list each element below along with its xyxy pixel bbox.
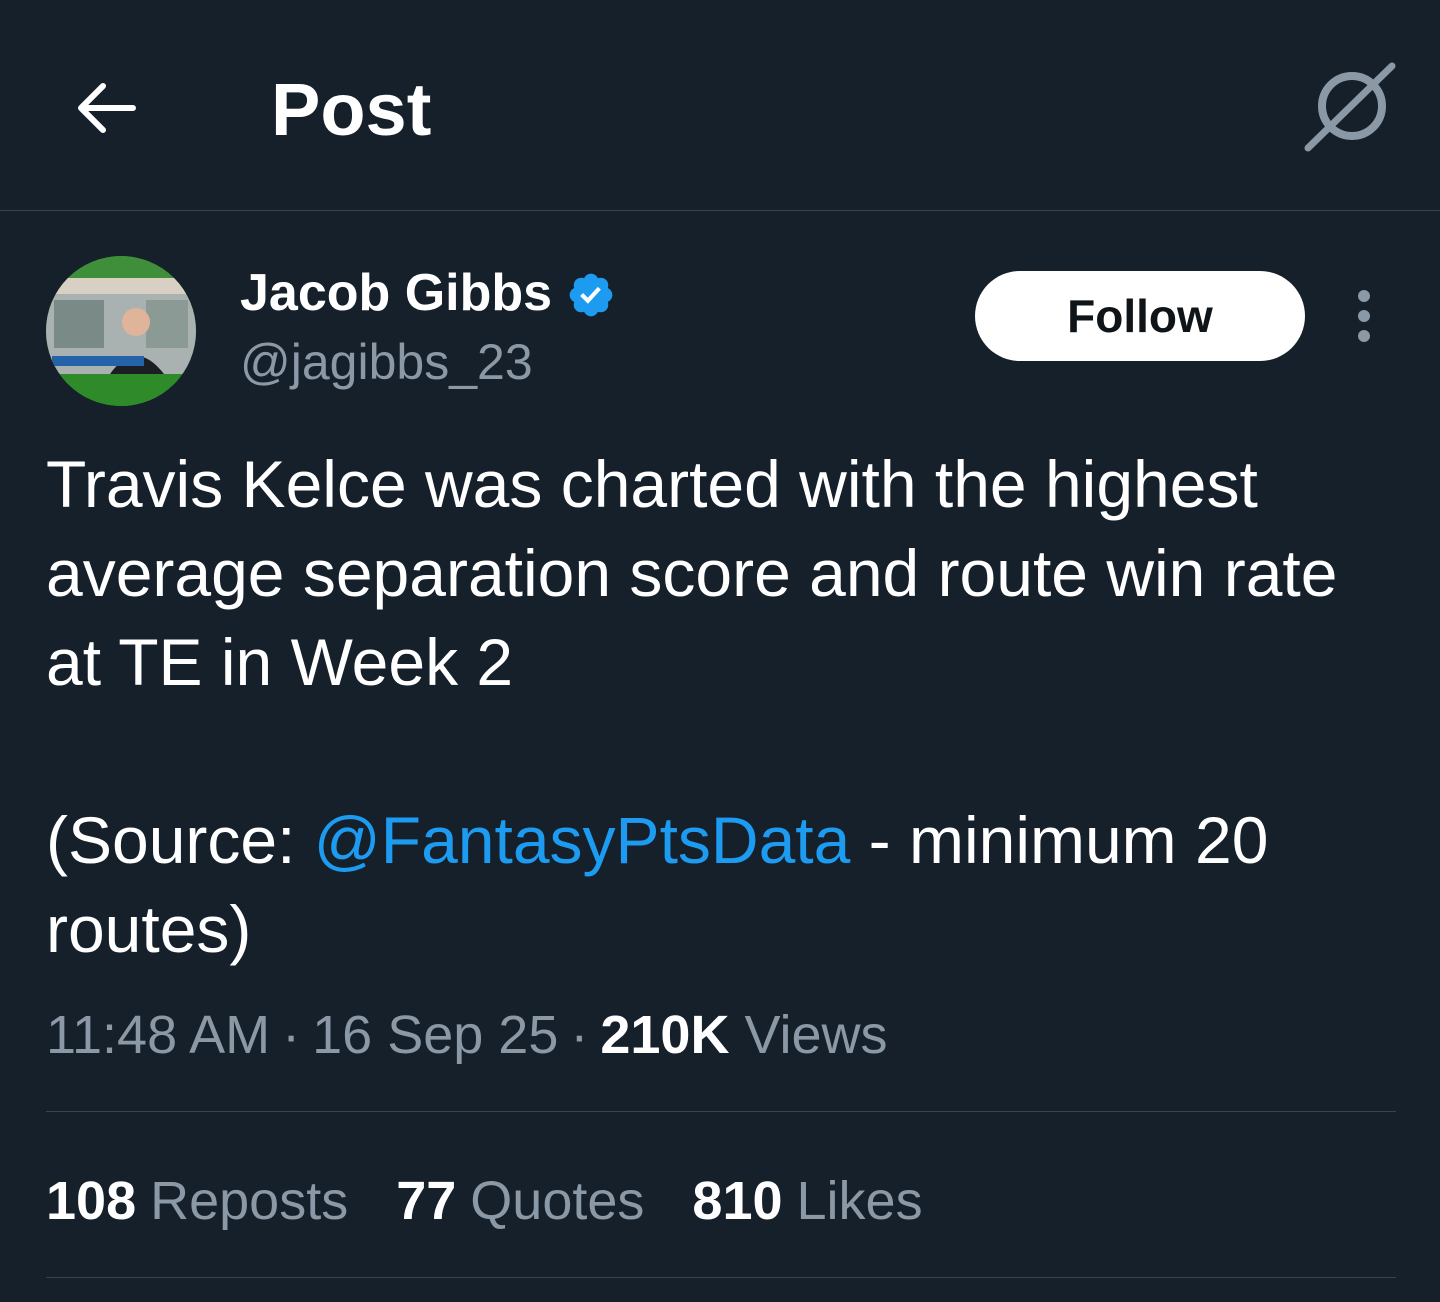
more-vertical-icon	[1358, 290, 1370, 302]
engagement-stats: 108 Reposts 77 Quotes 810 Likes	[46, 1170, 923, 1232]
tweet-time[interactable]: 11:48 AM	[46, 1005, 270, 1065]
arrow-left-icon	[78, 83, 136, 133]
post-page: Post Jacob Gibbs @jagibbs_23 Follow Trav…	[0, 0, 1440, 1302]
follow-button[interactable]: Follow	[975, 271, 1305, 361]
author-name[interactable]: Jacob Gibbs	[240, 262, 616, 324]
views-count: 210K	[600, 1005, 730, 1065]
avatar[interactable]	[46, 256, 196, 406]
divider	[46, 1111, 1396, 1112]
author-name-text: Jacob Gibbs	[240, 264, 553, 322]
tweet-meta: 11:48 AM · 16 Sep 25 · 210K Views	[46, 1005, 888, 1065]
page-title: Post	[271, 68, 432, 151]
views-label: Views	[744, 1005, 888, 1065]
tweet-date[interactable]: 16 Sep 25	[312, 1005, 558, 1065]
verified-badge-icon	[569, 273, 613, 317]
back-button[interactable]	[66, 72, 144, 144]
source-prefix: (Source:	[46, 803, 314, 877]
tweet-source-text: (Source: @FantasyPtsData - minimum 20 ro…	[46, 796, 1406, 974]
grok-button[interactable]	[1300, 62, 1396, 154]
reposts-stat[interactable]: 108 Reposts	[46, 1170, 348, 1232]
mention-link[interactable]: @FantasyPtsData	[314, 803, 851, 877]
grok-icon	[1304, 62, 1396, 152]
more-options-button[interactable]	[1340, 286, 1388, 346]
divider	[46, 1277, 1396, 1278]
author-handle[interactable]: @jagibbs_23	[240, 332, 533, 392]
likes-stat[interactable]: 810 Likes	[692, 1170, 922, 1232]
avatar-image	[46, 256, 196, 406]
tweet-text: Travis Kelce was charted with the highes…	[46, 447, 1338, 699]
header-bar: Post	[0, 0, 1440, 211]
quotes-stat[interactable]: 77 Quotes	[396, 1170, 644, 1232]
